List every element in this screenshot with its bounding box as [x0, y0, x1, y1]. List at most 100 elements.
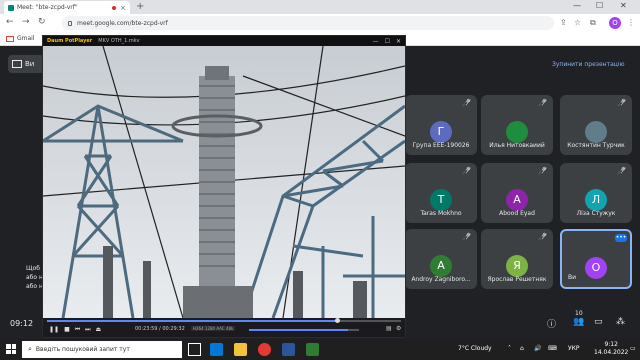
- participant-tile[interactable]: 🎤̸ Г Група ЕЕЕ-190026: [405, 95, 477, 155]
- more-options-icon[interactable]: •••: [615, 234, 627, 242]
- caption-line: Щоб: [26, 265, 40, 272]
- people-icon[interactable]: 👥: [573, 317, 584, 327]
- playlist-icon[interactable]: ▤: [386, 325, 392, 332]
- seek-bar[interactable]: [47, 318, 401, 323]
- caption-line: або н: [26, 283, 43, 290]
- next-icon[interactable]: ⏭: [85, 326, 90, 334]
- windows-start-icon[interactable]: [6, 344, 16, 354]
- participant-name: Група ЕЕЕ-190026: [412, 142, 470, 149]
- participant-tile[interactable]: 🎤̸ Я Ярослав Решетняк: [481, 229, 553, 289]
- forward-icon[interactable]: →: [22, 17, 30, 27]
- video-frame[interactable]: [43, 46, 405, 318]
- language-indicator[interactable]: УКР: [568, 345, 580, 352]
- meeting-clock: 09:12: [10, 319, 34, 328]
- caption-line: або н: [26, 274, 43, 281]
- address-bar[interactable]: meet.google.com/bte-zcpd-vrf: [62, 16, 554, 30]
- network-icon[interactable]: ⌂: [520, 345, 524, 352]
- chat-icon[interactable]: ▭: [594, 317, 603, 327]
- chrome-icon[interactable]: [258, 343, 271, 356]
- pause-icon[interactable]: ❚❚: [49, 326, 59, 334]
- mic-off-icon: 🎤̸: [617, 99, 626, 107]
- eject-icon[interactable]: ⏏: [96, 326, 102, 334]
- participant-tile[interactable]: 🎤̸ T Taras Mokhno: [405, 163, 477, 223]
- menu-icon[interactable]: ⋮: [627, 18, 635, 27]
- activities-icon[interactable]: ⁂: [616, 317, 625, 327]
- participant-name: Ярослав Решетняк: [487, 276, 547, 283]
- taskbar-search[interactable]: ⌕ Введіть пошуковий запит тут: [22, 341, 182, 358]
- tray-arrow-icon[interactable]: ˄: [508, 345, 511, 352]
- participant-name: Илья Нитовкаиий: [489, 142, 545, 149]
- participant-name: Androy Zagniboro...: [411, 276, 471, 283]
- player-close-icon[interactable]: ✕: [396, 38, 401, 45]
- participant-avatar: Я: [506, 255, 528, 277]
- player-time: 00:23:59 / 00:29:32: [135, 326, 185, 332]
- participant-tile[interactable]: 🎤̸ Костянтин Турчик: [560, 95, 632, 155]
- participant-avatar: A: [506, 189, 528, 211]
- word-icon[interactable]: [282, 343, 295, 356]
- player-min-icon[interactable]: —: [373, 38, 379, 45]
- volume-slider[interactable]: [249, 329, 359, 331]
- participant-name: Лiза Стужук: [576, 210, 616, 217]
- notifications-icon[interactable]: ▭: [630, 345, 636, 352]
- bookmark-gmail[interactable]: Gmail: [6, 35, 35, 42]
- player-file-name: MKV OTH_1.mkv: [98, 38, 140, 44]
- tab-title: Meet: "bte-zcpd-vrf": [17, 4, 78, 11]
- participant-tile[interactable]: 🎤̸ A Androy Zagniboro...: [405, 229, 477, 289]
- participant-avatar: Г: [430, 121, 452, 143]
- player-titlebar[interactable]: Daum PotPlayer MKV OTH_1.mkv — ☐ ✕: [43, 36, 405, 46]
- participant-tile[interactable]: 🎤̸ Л Лiза Стужук: [560, 163, 632, 223]
- presenting-label: Ви: [25, 60, 35, 68]
- substation-video-image: [43, 46, 405, 318]
- mic-off-icon: 🎤̸: [462, 167, 471, 175]
- volume-icon[interactable]: 🔊: [534, 345, 541, 352]
- profile-avatar[interactable]: O: [609, 17, 621, 29]
- volume-level: [249, 329, 348, 331]
- player-max-icon[interactable]: ☐: [385, 38, 390, 45]
- seek-handle[interactable]: [335, 318, 341, 323]
- settings-icon[interactable]: ⚙: [396, 325, 401, 332]
- task-view-icon[interactable]: [188, 343, 201, 356]
- stop-presenting-button[interactable]: Зупинити презентацію: [552, 61, 625, 68]
- clock-time: 9:12: [604, 341, 618, 348]
- gmail-icon: [6, 35, 14, 42]
- present-icon: [12, 60, 22, 68]
- mic-off-icon: 🎤̸: [617, 167, 626, 175]
- star-icon[interactable]: ☆: [574, 18, 581, 27]
- new-tab-button[interactable]: +: [136, 1, 144, 12]
- stop-icon[interactable]: ■: [64, 326, 70, 334]
- mic-off-icon: 🎤̸: [538, 99, 547, 107]
- mic-off-icon: 🎤̸: [462, 99, 471, 107]
- keyboard-icon[interactable]: ⌨: [548, 345, 557, 352]
- screen: Meet: "bte-zcpd-vrf" × + — ☐ ✕ ← → ↻ mee…: [0, 0, 640, 360]
- prev-icon[interactable]: ⏮: [75, 326, 80, 334]
- extensions-icon[interactable]: ⧉: [590, 18, 596, 28]
- participant-name: Ви: [568, 274, 577, 281]
- media-player-window[interactable]: Daum PotPlayer MKV OTH_1.mkv — ☐ ✕ ❚❚ ■ …: [42, 35, 406, 338]
- codec-info: H264 1280 AAC 48k: [191, 326, 236, 331]
- file-explorer-icon[interactable]: [234, 343, 247, 356]
- minimize-button[interactable]: —: [573, 1, 581, 10]
- tab-close-icon[interactable]: ×: [120, 4, 126, 12]
- browser-toolbar: ← → ↻ meet.google.com/bte-zcpd-vrf ⇪ ☆ ⧉…: [0, 14, 640, 32]
- back-icon[interactable]: ←: [6, 17, 14, 27]
- close-window-button[interactable]: ✕: [620, 1, 627, 10]
- participant-tile[interactable]: 🎤̸ Илья Нитовкаиий: [481, 95, 553, 155]
- seek-progress: [47, 320, 338, 322]
- edge-icon[interactable]: [210, 343, 223, 356]
- weather-widget[interactable]: 7°C Cloudy: [458, 345, 492, 352]
- participant-tile[interactable]: ••• О Ви: [560, 229, 632, 289]
- info-icon[interactable]: ⓘ: [547, 317, 556, 330]
- participant-avatar: [585, 121, 607, 143]
- participant-avatar: [506, 121, 528, 143]
- tab-meet[interactable]: Meet: "bte-zcpd-vrf" ×: [4, 1, 130, 14]
- maximize-button[interactable]: ☐: [596, 1, 603, 10]
- participant-avatar: T: [430, 189, 452, 211]
- playback-buttons: ❚❚ ■ ⏮ ⏭ ⏏: [49, 326, 101, 334]
- potplayer-taskbar-icon[interactable]: [306, 343, 319, 356]
- reload-icon[interactable]: ↻: [38, 17, 46, 27]
- system-clock[interactable]: 9:12 14.04.2022: [594, 341, 628, 357]
- mic-off-icon: 🎤̸: [538, 233, 547, 241]
- mic-off-icon: 🎤̸: [538, 167, 547, 175]
- share-icon[interactable]: ⇪: [560, 18, 567, 27]
- participant-tile[interactable]: 🎤̸ A Abood Eyad: [481, 163, 553, 223]
